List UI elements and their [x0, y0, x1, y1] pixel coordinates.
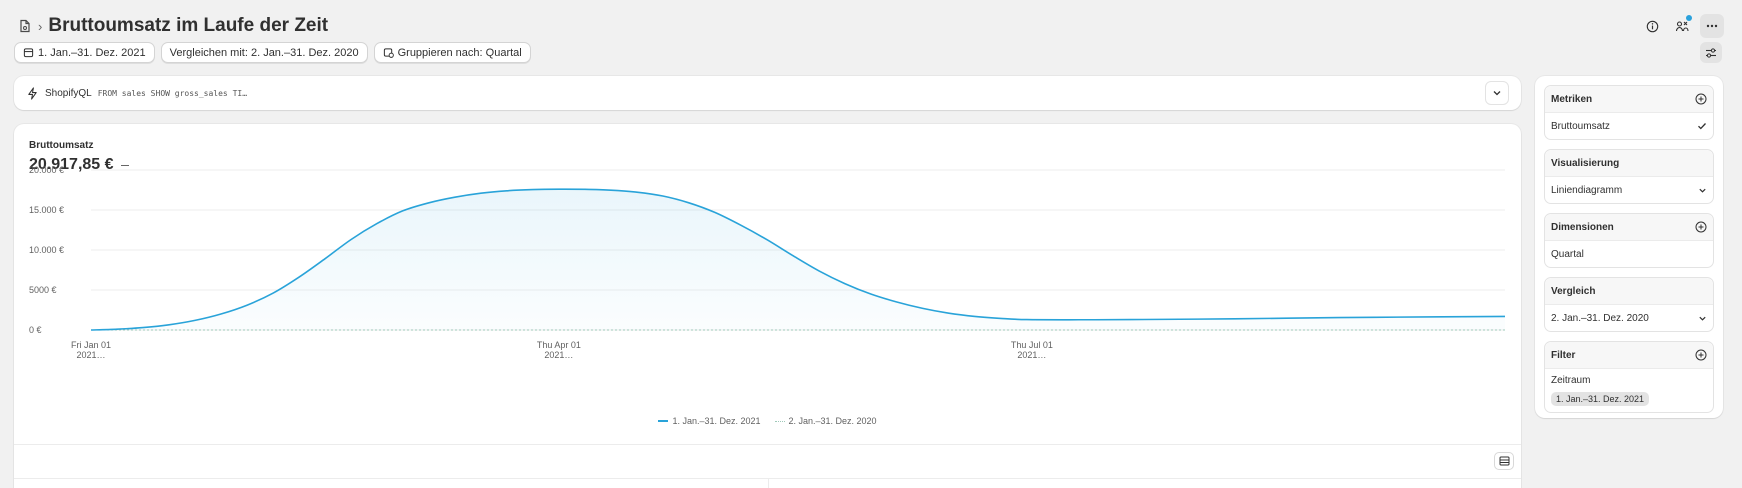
y-tick-label: 15.000 €	[29, 205, 64, 215]
calendar-clock-icon	[383, 48, 394, 58]
table-column-divider	[768, 478, 769, 488]
query-preview: FROM sales SHOW gross_sales TI…	[97, 88, 248, 98]
more-actions-button[interactable]	[1700, 14, 1724, 38]
comparison-section: Vergleich 2. Jan.–31. Dez. 2020	[1544, 277, 1714, 332]
x-tick-label: Fri Jan 01	[71, 340, 111, 350]
expand-query-button[interactable]	[1485, 81, 1509, 105]
date-range-button[interactable]: 1. Jan.–31. Dez. 2021	[14, 42, 155, 63]
legend-swatch-current	[658, 420, 669, 422]
sparkle-people-icon	[1675, 21, 1689, 32]
ellipsis-icon	[1706, 24, 1718, 28]
add-dimension-icon[interactable]	[1695, 221, 1707, 233]
legend-item-current[interactable]: 1. Jan.–31. Dez. 2021	[658, 416, 761, 426]
visualization-section: Visualisierung Liniendiagramm	[1544, 149, 1714, 204]
x-tick-label-year: 2021…	[1017, 350, 1046, 360]
lightning-icon	[28, 86, 37, 100]
legend-item-previous[interactable]: 2. Jan.–31. Dez. 2020	[774, 416, 877, 426]
dimension-item[interactable]: Quartal	[1545, 241, 1713, 267]
chevron-down-icon	[1699, 188, 1706, 193]
chevron-down-icon	[1699, 316, 1706, 321]
filter-body: Zeitraum 1. Jan.–31. Dez. 2021	[1545, 369, 1713, 412]
metrics-header: Metriken	[1545, 86, 1713, 113]
dimensions-title: Dimensionen	[1551, 221, 1614, 233]
group-by-button[interactable]: Gruppieren nach: Quartal	[373, 42, 531, 63]
sliders-icon	[1706, 47, 1716, 58]
comparison-title: Vergleich	[1551, 285, 1596, 297]
info-button[interactable]	[1640, 14, 1664, 38]
add-filter-icon[interactable]	[1695, 349, 1707, 361]
compare-button[interactable]: Vergleichen mit: 2. Jan.–31. Dez. 2020	[160, 42, 368, 63]
divider	[14, 444, 1521, 445]
chart-legend: 1. Jan.–31. Dez. 2021 2. Jan.–31. Dez. 2…	[14, 416, 1521, 426]
x-tick-label-year: 2021…	[76, 350, 105, 360]
y-tick-label: 10.000 €	[29, 245, 64, 255]
report-config-panel: Metriken Bruttoumsatz Visualisierung Lin…	[1535, 76, 1723, 418]
y-tick-label: 5000 €	[29, 285, 57, 295]
visualization-value: Liniendiagramm	[1551, 184, 1623, 196]
header-actions	[1640, 14, 1724, 38]
dimensions-header: Dimensionen	[1545, 214, 1713, 241]
legend-label-previous: 2. Jan.–31. Dez. 2020	[788, 416, 877, 426]
shopifyql-editor-bar[interactable]: ShopifyQL FROM sales SHOW gross_sales TI…	[14, 76, 1521, 110]
report-document-icon[interactable]	[18, 19, 32, 33]
comparison-select[interactable]: 2. Jan.–31. Dez. 2020	[1545, 305, 1713, 331]
filter-label: Zeitraum	[1551, 375, 1591, 386]
y-tick-label: 20.000 €	[29, 165, 64, 175]
x-tick-label-year: 2021…	[544, 350, 573, 360]
legend-label-current: 1. Jan.–31. Dez. 2021	[672, 416, 761, 426]
line-chart: 20.000 € 15.000 € 10.000 € 5000 € 0 € Fri Jan…	[29, 165, 1506, 360]
legend-swatch-previous	[774, 420, 785, 422]
visualization-select[interactable]: Liniendiagramm	[1545, 177, 1713, 203]
chevron-down-icon	[1493, 91, 1501, 96]
chart-card: Bruttoumsatz 20.917,85 € 20.000 €15.000 …	[14, 124, 1521, 488]
page-header: › Bruttoumsatz im Laufe der Zeit	[18, 12, 1724, 40]
filter-title: Filter	[1551, 349, 1576, 361]
breadcrumb-separator: ›	[38, 18, 43, 34]
report-toolbar: 1. Jan.–31. Dez. 2021 Vergleichen mit: 2…	[14, 42, 531, 63]
calendar-icon	[23, 48, 34, 58]
shopifyql-label: ShopifyQL	[45, 87, 92, 99]
metric-item[interactable]: Bruttoumsatz	[1545, 113, 1713, 139]
date-range-label: 1. Jan.–31. Dez. 2021	[38, 46, 146, 59]
x-tick-label: Thu Apr 01	[537, 340, 581, 350]
checkmark-icon	[1698, 123, 1706, 130]
editor-settings-button[interactable]	[1700, 42, 1722, 63]
filter-section: Filter Zeitraum 1. Jan.–31. Dez. 2021	[1544, 341, 1714, 413]
add-metric-icon[interactable]	[1695, 93, 1707, 105]
notification-dot	[1686, 15, 1692, 21]
filter-tag[interactable]: 1. Jan.–31. Dez. 2021	[1551, 392, 1650, 406]
comparison-value: 2. Jan.–31. Dez. 2020	[1551, 312, 1649, 324]
group-by-label: Gruppieren nach: Quartal	[397, 46, 522, 59]
dimensions-section: Dimensionen Quartal	[1544, 213, 1714, 268]
y-tick-label: 0 €	[29, 325, 42, 335]
metrics-title: Metriken	[1551, 93, 1593, 105]
metrics-section: Metriken Bruttoumsatz	[1544, 85, 1714, 140]
dimension-item-label: Quartal	[1551, 248, 1584, 260]
visualization-title: Visualisierung	[1551, 157, 1620, 169]
compare-label: Vergleichen mit: 2. Jan.–31. Dez. 2020	[169, 46, 359, 59]
comparison-header: Vergleich	[1545, 278, 1713, 305]
sidekick-button[interactable]	[1670, 14, 1694, 38]
toggle-table-button[interactable]	[1494, 452, 1514, 470]
table-icon	[1499, 456, 1509, 466]
x-tick-label: Thu Jul 01	[1011, 340, 1053, 350]
info-icon	[1646, 20, 1658, 32]
page-title: Bruttoumsatz im Laufe der Zeit	[48, 15, 329, 36]
metric-item-label: Bruttoumsatz	[1551, 120, 1610, 132]
visualization-header: Visualisierung	[1545, 150, 1713, 177]
filter-header: Filter	[1545, 342, 1713, 369]
